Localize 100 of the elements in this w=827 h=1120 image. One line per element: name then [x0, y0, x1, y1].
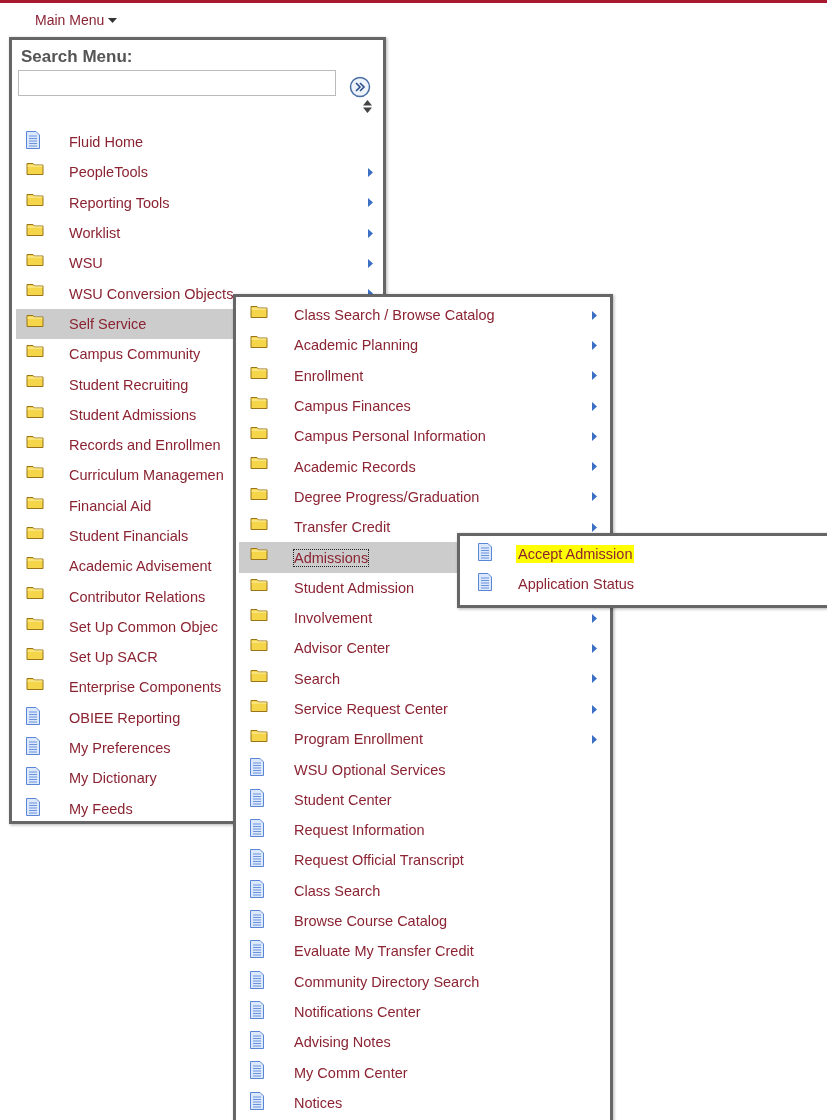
- menu-item-label: WSU Optional Services: [294, 761, 446, 778]
- folder-icon: [26, 585, 44, 600]
- menu-item[interactable]: Reporting Tools: [16, 187, 379, 218]
- menu-item[interactable]: Search: [239, 663, 607, 694]
- document-icon: [26, 767, 40, 786]
- document-icon: [250, 1061, 264, 1080]
- menu-item-label: Class Search: [294, 882, 381, 899]
- folder-icon: [26, 555, 44, 570]
- sort-icon[interactable]: [363, 100, 372, 113]
- menu-item-label: Student Financials: [69, 528, 189, 544]
- folder-icon: [250, 334, 268, 349]
- menu-item[interactable]: Advisor Center: [239, 633, 607, 664]
- menu-item-label: Enterprise Components: [69, 679, 222, 696]
- folder-icon: [250, 364, 268, 379]
- menu-item[interactable]: Advising Notes: [239, 1027, 607, 1058]
- menu-item-label: Academic Advisement: [69, 558, 212, 575]
- menu-item-label: Academic Records: [294, 458, 416, 475]
- menu-item-label: Enrollment: [294, 367, 364, 384]
- menu-item-label: Campus Community: [69, 346, 201, 363]
- menu-item[interactable]: Evaluate My Transfer Credit: [239, 936, 607, 967]
- folder-icon: [250, 394, 268, 409]
- folder-icon: [26, 403, 44, 418]
- menu-item-label: Student Admissions: [69, 406, 197, 423]
- menu-item-label: Notifications Center: [294, 1003, 421, 1020]
- document-icon: [250, 1031, 264, 1050]
- document-icon: [250, 970, 264, 989]
- menu-item-label: Request Official Transcript: [294, 852, 464, 869]
- menu-item-label: My Preferences: [69, 740, 171, 757]
- menu-item-label: WSU: [69, 255, 103, 272]
- document-icon: [250, 819, 264, 838]
- menu-item[interactable]: Service Request Center: [239, 693, 607, 725]
- menu-item-label: Advising Notes: [294, 1034, 391, 1051]
- menu-item-label: Request Information: [294, 822, 425, 839]
- menu-item[interactable]: Community Directory Search: [239, 966, 607, 997]
- menu-item-label: Student Recruiting: [69, 376, 189, 393]
- folder-icon: [250, 485, 268, 500]
- menu-item[interactable]: Academic Records: [239, 451, 607, 482]
- folder-icon: [250, 546, 268, 561]
- menu-item-label: Campus Personal Information: [294, 428, 486, 445]
- menu-item-label: Self Service: [69, 315, 147, 332]
- menu-item[interactable]: Degree Progress/Graduation: [239, 481, 607, 513]
- menu-item-label: Evaluate My Transfer Credit: [294, 943, 474, 960]
- folder-icon: [26, 524, 44, 539]
- menu-item[interactable]: Browse Course Catalog: [239, 905, 607, 937]
- main-menu-button[interactable]: Main Menu: [35, 12, 118, 28]
- folder-icon: [250, 637, 268, 652]
- menu-item-label: Search: [294, 670, 340, 687]
- menu-item[interactable]: Notices: [239, 1087, 607, 1118]
- menu-item[interactable]: Campus Personal Information: [239, 421, 607, 452]
- folder-icon: [250, 304, 268, 318]
- menu-item[interactable]: Fluid Home: [16, 127, 379, 158]
- menu-item-label: WSU Conversion Objects: [69, 285, 234, 302]
- search-field[interactable]: [18, 70, 336, 96]
- document-icon: [250, 849, 264, 868]
- menu-item-label: Admissions: [294, 549, 369, 566]
- menu-item[interactable]: Involvement: [239, 602, 607, 634]
- menu-item[interactable]: Enrollment: [239, 360, 607, 391]
- menu-item[interactable]: Request Information: [239, 815, 607, 846]
- menu-item-label: My Comm Center: [294, 1064, 408, 1081]
- document-icon: [250, 1091, 264, 1110]
- document-icon: [250, 788, 264, 807]
- menu-item-label: Involvement: [294, 610, 373, 627]
- menu-item-label: Academic Planning: [294, 337, 419, 354]
- menu-item[interactable]: Campus Finances: [239, 390, 607, 422]
- menu-item[interactable]: My Comm Center: [239, 1057, 607, 1088]
- menu-item[interactable]: PeopleTools: [16, 157, 379, 188]
- document-icon: [250, 940, 264, 959]
- menu-item-label: Service Request Center: [294, 701, 448, 717]
- folder-icon: [26, 464, 44, 479]
- folder-icon: [26, 646, 44, 661]
- menu-item-label: My Dictionary: [69, 770, 157, 787]
- document-icon: [250, 758, 264, 777]
- menu-item[interactable]: WSU Optional Services: [239, 754, 607, 785]
- folder-icon: [250, 455, 268, 470]
- menu-item-label: Campus Finances: [294, 398, 411, 415]
- caret-icon: [108, 17, 118, 23]
- menu-item[interactable]: Worklist: [16, 217, 379, 249]
- folder-icon: [26, 221, 44, 236]
- menu-item-label: My Feeds: [69, 800, 133, 817]
- document-icon: [26, 797, 40, 816]
- document-icon: [250, 1000, 264, 1019]
- menu-item-label: Records and Enrollmen: [69, 437, 221, 454]
- document-icon: [478, 573, 492, 592]
- document-icon: [26, 131, 40, 149]
- document-icon: [478, 543, 492, 561]
- menu-item[interactable]: Program Enrollment: [239, 724, 607, 755]
- menu-item[interactable]: Request Official Transcript: [239, 845, 607, 876]
- folder-icon: [26, 494, 44, 509]
- menu-item[interactable]: Notifications Center: [239, 996, 607, 1028]
- menu-item-label: Student Center: [294, 791, 392, 808]
- folder-icon: [26, 343, 44, 358]
- menu-item-label: Community Directory Search: [294, 973, 480, 990]
- search-go-icon[interactable]: [349, 76, 371, 98]
- folder-icon: [26, 312, 44, 327]
- menu-item[interactable]: WSU: [16, 248, 379, 279]
- folder-icon: [250, 697, 268, 712]
- menu-item[interactable]: Class Search: [239, 875, 607, 906]
- folder-icon: [250, 425, 268, 440]
- folder-icon: [26, 252, 44, 267]
- menu-item[interactable]: Student Center: [239, 784, 607, 816]
